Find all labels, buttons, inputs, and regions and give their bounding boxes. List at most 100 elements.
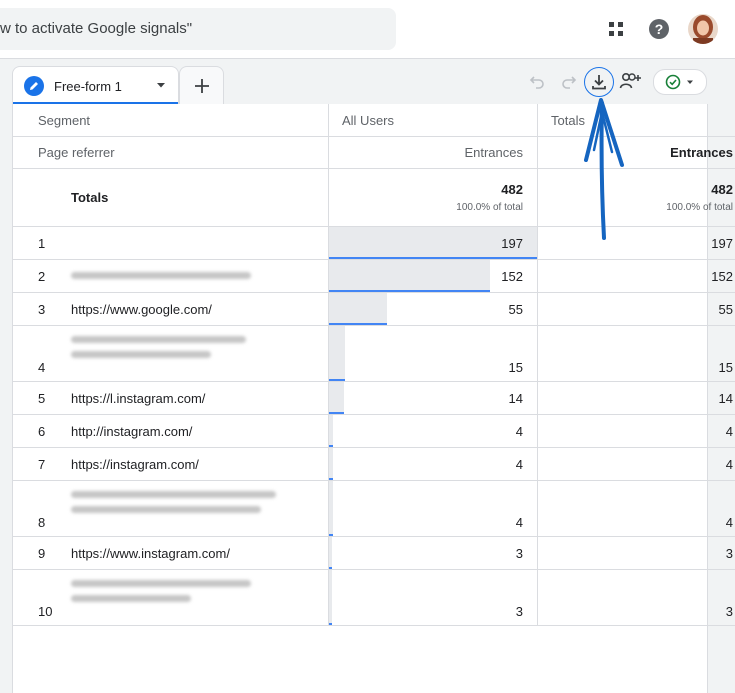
- svg-text:?: ?: [655, 21, 664, 37]
- all-users-cell: 152: [328, 259, 538, 293]
- account-avatar[interactable]: [688, 14, 718, 44]
- row-index: 3: [38, 301, 46, 317]
- plus-icon: [194, 79, 209, 93]
- caret-down-icon[interactable]: [153, 77, 169, 93]
- all-users-value: 152: [501, 268, 523, 284]
- tab-bar: Free-form 1: [0, 58, 735, 105]
- share-users-icon[interactable]: [618, 68, 644, 94]
- table-row: 6 http://instagram.com/4 4: [13, 414, 735, 448]
- referrer-url: https://l.instagram.com/: [71, 390, 206, 406]
- all-users-cell: 4: [328, 447, 538, 481]
- all-users-cell: 15: [328, 325, 538, 382]
- all-users-cell: 3: [328, 536, 538, 570]
- pencil-icon: [24, 76, 44, 96]
- referrer-cell: 1: [13, 226, 329, 260]
- table-row: 5 https://l.instagram.com/14 14: [13, 381, 735, 415]
- totals-value: 3: [537, 536, 735, 570]
- referrer-cell: 5 https://l.instagram.com/: [13, 381, 329, 415]
- redacted-referrer: [71, 491, 276, 521]
- all-users-cell: 197: [328, 226, 538, 260]
- referrer-url: https://www.instagram.com/: [71, 545, 230, 561]
- totals-all-users-value: 482: [501, 182, 523, 197]
- help-icon[interactable]: ?: [647, 17, 671, 41]
- redacted-referrer: [71, 580, 251, 610]
- check-circle-icon: [665, 74, 681, 90]
- table-row: 10 3 3: [13, 569, 735, 626]
- totals-totals: 482 100.0% of total: [537, 168, 735, 227]
- all-users-cell: 4: [328, 480, 538, 537]
- table-row: 3 https://www.google.com/55 55: [13, 292, 735, 326]
- undo-icon[interactable]: [524, 68, 550, 94]
- row-index: 6: [38, 423, 46, 439]
- referrer-cell: 2: [13, 259, 329, 293]
- all-users-cell: 55: [328, 292, 538, 326]
- all-users-value: 55: [508, 301, 523, 317]
- segment-header: Segment: [13, 104, 329, 137]
- totals-header[interactable]: Totals: [537, 104, 735, 137]
- all-users-value: 3: [515, 604, 523, 619]
- download-icon[interactable]: [584, 67, 614, 97]
- tab-free-form-1[interactable]: Free-form 1: [12, 66, 179, 105]
- totals-totals-value: 482: [711, 182, 733, 197]
- all-users-cell: 14: [328, 381, 538, 415]
- row-index: 2: [38, 268, 46, 284]
- totals-value: 4: [537, 480, 735, 537]
- referrer-cell: 10: [13, 569, 329, 626]
- totals-value: 55: [537, 292, 735, 326]
- free-form-table-panel: Segment All Users Totals Page referrer E…: [12, 104, 735, 693]
- referrer-url: http://instagram.com/: [71, 423, 193, 439]
- referrer-cell: 4: [13, 325, 329, 382]
- share-bar-line: [329, 623, 333, 625]
- all-users-value: 3: [515, 545, 523, 561]
- totals-value: 197: [537, 226, 735, 260]
- dimension-header[interactable]: Page referrer: [13, 136, 329, 169]
- totals-value: 4: [537, 414, 735, 448]
- all-users-value: 15: [508, 360, 523, 375]
- row-index: 4: [38, 360, 46, 375]
- all-users-value: 197: [501, 235, 523, 251]
- totals-totals-pct: 100.0% of total: [666, 202, 733, 213]
- redacted-referrer: [71, 336, 246, 366]
- table-row: 1 197 197: [13, 226, 735, 260]
- status-dropdown[interactable]: [653, 69, 707, 95]
- totals-value: 15: [537, 325, 735, 382]
- totals-value: 3: [537, 569, 735, 626]
- table-row: 4 15 15: [13, 325, 735, 382]
- row-index: 8: [38, 515, 46, 530]
- add-tab-button[interactable]: [179, 66, 224, 105]
- all-users-cell: 4: [328, 414, 538, 448]
- all-users-value: 14: [508, 390, 523, 406]
- referrer-url: https://instagram.com/: [71, 456, 199, 472]
- metric-header-all-users[interactable]: Entrances: [328, 136, 538, 169]
- all-users-value: 4: [515, 456, 523, 472]
- redacted-referrer: [71, 272, 251, 287]
- report-table: Segment All Users Totals Page referrer E…: [13, 104, 735, 626]
- table-row: 2 152 152: [13, 259, 735, 293]
- row-index: 1: [38, 235, 46, 251]
- totals-value: 152: [537, 259, 735, 293]
- all-users-value: 4: [515, 423, 523, 439]
- all-users-cell: 3: [328, 569, 538, 626]
- referrer-cell: 9 https://www.instagram.com/: [13, 536, 329, 570]
- caret-down-icon: [687, 80, 693, 84]
- table-row: 7 https://instagram.com/4 4: [13, 447, 735, 481]
- row-index: 5: [38, 390, 46, 406]
- totals-row-label: Totals: [13, 168, 329, 227]
- redo-icon[interactable]: [556, 68, 582, 94]
- table-row: 8 44: [13, 480, 735, 537]
- referrer-cell: 6 http://instagram.com/: [13, 414, 329, 448]
- totals-all-users: 482 100.0% of total: [328, 168, 538, 227]
- referrer-cell: 8: [13, 480, 329, 537]
- row-index: 9: [38, 545, 46, 561]
- search-box[interactable]: w to activate Google signals": [0, 8, 396, 50]
- metric-header-totals[interactable]: Entrances: [537, 136, 735, 169]
- referrer-cell: 3 https://www.google.com/: [13, 292, 329, 326]
- top-app-bar: w to activate Google signals" ?: [0, 0, 735, 59]
- tab-label: Free-form 1: [54, 79, 122, 94]
- totals-value: 4: [537, 447, 735, 481]
- totals-all-users-pct: 100.0% of total: [456, 202, 523, 213]
- all-users-header[interactable]: All Users: [328, 104, 538, 137]
- table-row: 9 https://www.instagram.com/3 3: [13, 536, 735, 570]
- apps-grid-icon[interactable]: [604, 17, 628, 41]
- search-query-text: w to activate Google signals": [0, 20, 193, 37]
